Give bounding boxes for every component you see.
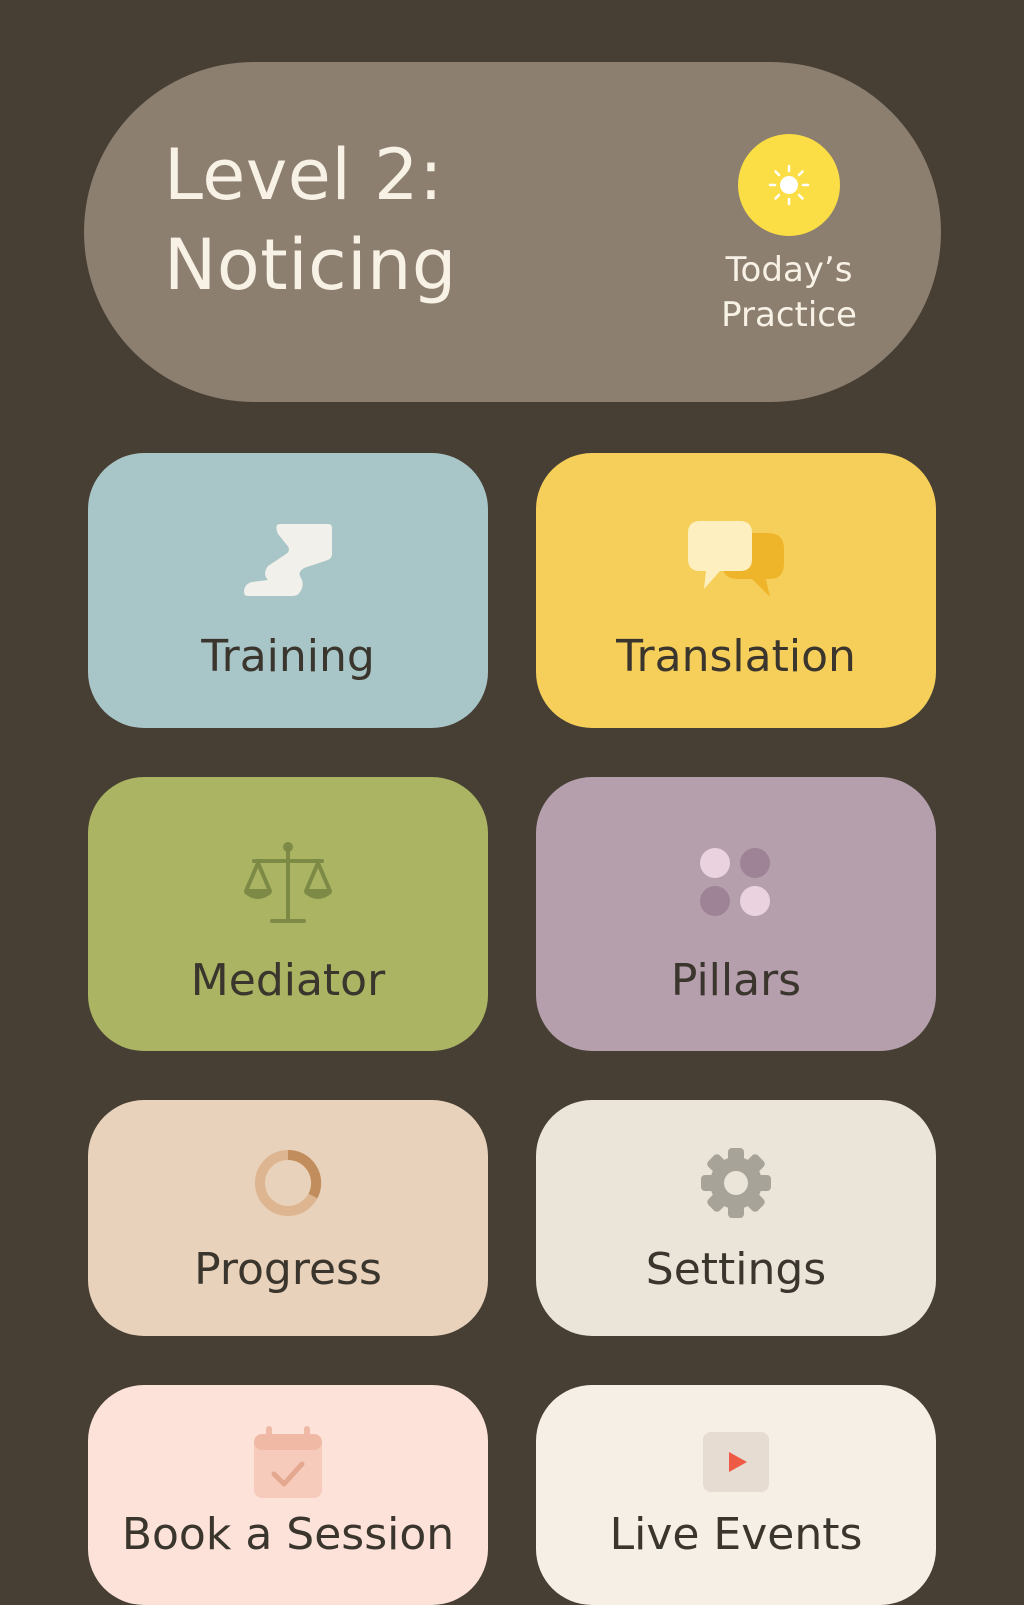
todays-practice-label-line2: Practice xyxy=(721,295,857,335)
gear-icon xyxy=(699,1142,773,1224)
training-tile[interactable]: Training xyxy=(88,453,488,728)
todays-practice-button[interactable]: Today’s Practice xyxy=(709,134,869,338)
book-session-tile[interactable]: Book a Session xyxy=(88,1385,488,1605)
level-title-line1: Level 2: xyxy=(164,134,444,216)
calendar-check-icon xyxy=(252,1423,324,1501)
four-dots-icon xyxy=(699,839,773,929)
progress-label: Progress xyxy=(194,1244,382,1295)
scales-icon xyxy=(240,839,336,929)
sun-icon xyxy=(738,134,840,236)
mediator-tile[interactable]: Mediator xyxy=(88,777,488,1051)
path-steps-icon xyxy=(242,515,334,605)
progress-tile[interactable]: Progress xyxy=(88,1100,488,1336)
progress-ring-icon xyxy=(251,1142,325,1224)
live-events-label: Live Events xyxy=(609,1509,863,1560)
book-session-label: Book a Session xyxy=(121,1509,455,1560)
settings-tile[interactable]: Settings xyxy=(536,1100,936,1336)
mediator-label: Mediator xyxy=(190,955,386,1006)
translation-label: Translation xyxy=(616,631,856,682)
todays-practice-label: Today’s Practice xyxy=(709,248,869,338)
settings-label: Settings xyxy=(645,1244,827,1295)
speech-bubbles-icon xyxy=(686,515,786,605)
level-header: Level 2: Noticing Today’s Practice xyxy=(84,62,941,402)
pillars-label: Pillars xyxy=(670,955,802,1006)
play-video-icon xyxy=(701,1423,771,1501)
live-events-tile[interactable]: Live Events xyxy=(536,1385,936,1605)
translation-tile[interactable]: Translation xyxy=(536,453,936,728)
training-label: Training xyxy=(201,631,375,682)
todays-practice-label-line1: Today’s xyxy=(725,250,853,290)
level-title-line2: Noticing xyxy=(164,224,457,306)
level-title: Level 2: Noticing xyxy=(164,130,457,310)
pillars-tile[interactable]: Pillars xyxy=(536,777,936,1051)
